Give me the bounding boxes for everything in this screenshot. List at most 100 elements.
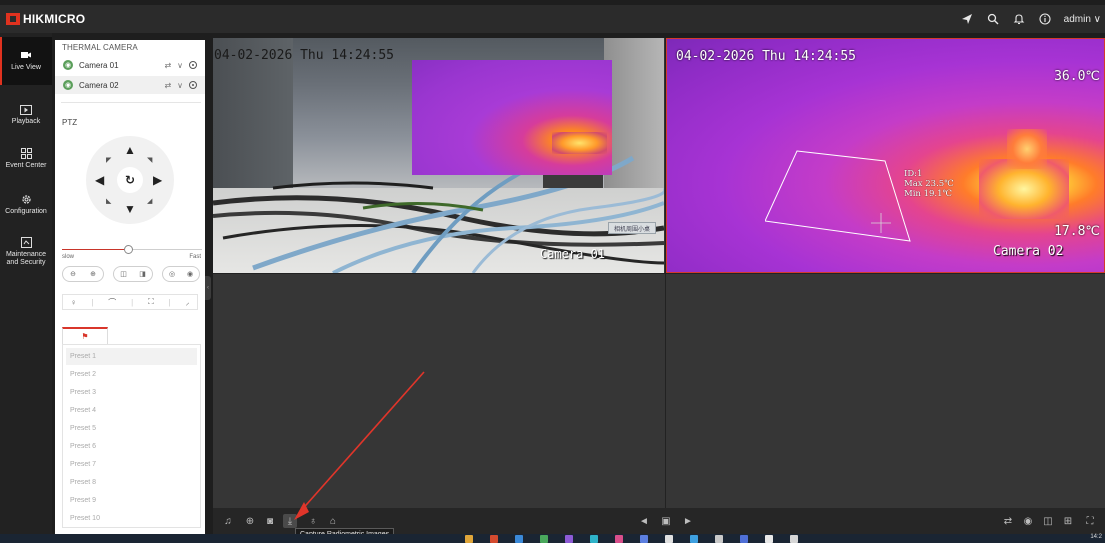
nav-live-view[interactable]: Live View (0, 37, 52, 85)
taskbar-app-icon[interactable] (790, 535, 798, 543)
record-icon[interactable] (189, 61, 197, 69)
layout-toggle-icon[interactable]: ▣ (659, 514, 673, 528)
monitor-icon (20, 50, 32, 61)
stream-switch-icon[interactable]: ⇄ (1001, 514, 1015, 528)
capture-radiometric-icon[interactable]: ⤓ (283, 514, 297, 528)
preset-item[interactable]: Preset 4 (66, 402, 197, 419)
taskbar-clock: 14:2 (1090, 534, 1102, 540)
camera-list-item[interactable]: ◉ Camera 01 ⇄ ∨ (55, 56, 205, 74)
preset-list: Preset 1 Preset 2 Preset 3 Preset 4 Preset 5… (62, 344, 201, 528)
video-tile-camera-01[interactable]: 相机周围小桌 04-02-2026 Thu 14:24:55 Camera 01 (213, 38, 664, 273)
nav-label: Maintenance and Security (5, 251, 47, 266)
slider-handle[interactable] (123, 245, 133, 254)
user-menu[interactable]: admin ∨ (1064, 14, 1101, 25)
taskbar-app-icon[interactable] (765, 535, 773, 543)
taskbar-app-icon[interactable] (465, 535, 473, 543)
send-icon[interactable] (960, 12, 974, 26)
osd-camera-name: Camera 02 (993, 244, 1064, 259)
audio-icon[interactable]: ♫ (221, 514, 235, 528)
taskbar-app-icon[interactable] (640, 535, 648, 543)
digital-zoom-icon[interactable]: ⊕ (243, 514, 257, 528)
video-tile-empty[interactable] (666, 274, 1105, 508)
taskbar-app-icon[interactable] (490, 535, 498, 543)
roi-min-temp: Min 19.1℃ (904, 189, 953, 199)
preset-item[interactable]: Preset 6 (66, 438, 197, 455)
ptz-up-button[interactable]: ▲ (124, 144, 136, 156)
nav-event-center[interactable]: Event Center (0, 139, 52, 179)
brand-name: HIKMICRO (23, 12, 86, 26)
search-icon[interactable] (986, 12, 1000, 26)
ptz-down-button[interactable]: ▼ (124, 203, 136, 215)
preset-item[interactable]: Preset 8 (66, 474, 197, 491)
info-icon[interactable] (1038, 12, 1052, 26)
zoom-control: ⊖ ⊕ (62, 266, 104, 282)
lens-init-icon[interactable]: ⸝ (186, 297, 190, 308)
camera-list-item[interactable]: ◉ Camera 02 ⇄ ∨ (55, 76, 205, 94)
tab-preset[interactable]: ⚑ (62, 327, 108, 344)
preset-item[interactable]: Preset 3 (66, 384, 197, 401)
chevron-down-icon[interactable]: ∨ (177, 61, 183, 70)
stream-switch-icon[interactable]: ⇄ (164, 61, 171, 70)
chevron-down-icon[interactable]: ∨ (177, 81, 183, 90)
focus-assist-icon[interactable]: ⛶ (148, 297, 154, 307)
ptz-down-left-button[interactable]: ◣ (106, 196, 111, 208)
ptz-right-button[interactable]: ▶ (153, 174, 162, 186)
panel-collapse-handle[interactable]: ‹ (205, 276, 211, 300)
taskbar-app-icon[interactable] (740, 535, 748, 543)
zoom-in-icon[interactable]: ⊕ (90, 270, 96, 278)
stream-switch-icon[interactable]: ⇄ (164, 81, 171, 90)
taskbar-app-icon[interactable] (690, 535, 698, 543)
next-page-icon[interactable]: ► (681, 514, 695, 528)
ptz-left-button[interactable]: ◀ (95, 174, 104, 186)
taskbar-app-icon[interactable] (590, 535, 598, 543)
zoom-out-icon[interactable]: ⊖ (70, 270, 76, 278)
fullscreen-icon[interactable]: ⛶ (1083, 514, 1097, 528)
ptz-speed-slider[interactable] (62, 245, 202, 254)
light-icon[interactable]: ♀ (70, 298, 76, 307)
preset-item[interactable]: Preset 1 (66, 348, 197, 365)
nav-configuration[interactable]: Configuration (0, 185, 52, 225)
taskbar-app-icon[interactable] (715, 535, 723, 543)
preset-flag-icon: ⚑ (81, 332, 89, 341)
bell-icon[interactable] (1012, 12, 1026, 26)
preset-item[interactable]: Preset 7 (66, 456, 197, 473)
preset-item[interactable]: Preset 2 (66, 366, 197, 383)
taskbar-app-icon[interactable] (515, 535, 523, 543)
wiper-icon[interactable]: ⌒ (108, 297, 116, 308)
focus-near-icon[interactable]: ◫ (120, 270, 127, 278)
speed-slow-label: slow (62, 254, 75, 260)
record-icon[interactable] (189, 81, 197, 89)
capture-icon[interactable]: ◙ (263, 514, 277, 528)
previous-page-icon[interactable]: ◄ (637, 514, 651, 528)
grid-layout-icon[interactable]: ⊞ (1061, 514, 1075, 528)
measurement-region[interactable] (765, 149, 915, 249)
taskbar-app-icon[interactable] (565, 535, 573, 543)
record-all-icon[interactable]: ◉ (1021, 514, 1035, 528)
video-tile-camera-02[interactable]: ID:1 Max 23.5℃ Min 19.1℃ 04-02-2026 Thu … (666, 38, 1105, 273)
ptz-up-right-button[interactable]: ◥ (147, 155, 152, 167)
delete-icon[interactable]: ⌂ (326, 514, 340, 528)
camera-icon: ◉ (63, 60, 73, 70)
nav-maintenance-security[interactable]: Maintenance and Security (0, 229, 52, 275)
microphone-icon[interactable]: ♁ (306, 514, 320, 528)
left-nav: Live View Playback Event Center Configur… (0, 33, 52, 543)
focus-far-icon[interactable]: ◨ (139, 270, 146, 278)
gear-icon (20, 194, 32, 205)
iris-control: ◎ ◉ (162, 266, 200, 282)
auto-scan-icon[interactable]: ↻ (117, 167, 143, 193)
temp-scale-min: 17.8℃ (1054, 224, 1100, 239)
preset-item[interactable]: Preset 5 (66, 420, 197, 437)
video-tile-empty[interactable] (213, 274, 665, 508)
camera-icon: ◉ (63, 80, 73, 90)
iris-open-icon[interactable]: ◎ (169, 270, 175, 278)
preset-item[interactable]: Preset 10 (66, 510, 197, 527)
ptz-up-left-button[interactable]: ◤ (106, 155, 111, 167)
window-layout-icon[interactable]: ◫ (1041, 514, 1055, 528)
iris-close-icon[interactable]: ◉ (187, 270, 193, 278)
taskbar-app-icon[interactable] (540, 535, 548, 543)
taskbar-app-icon[interactable] (665, 535, 673, 543)
preset-item[interactable]: Preset 9 (66, 492, 197, 509)
nav-playback[interactable]: Playback (0, 95, 52, 135)
taskbar-app-icon[interactable] (615, 535, 623, 543)
ptz-down-right-button[interactable]: ◢ (147, 196, 152, 208)
